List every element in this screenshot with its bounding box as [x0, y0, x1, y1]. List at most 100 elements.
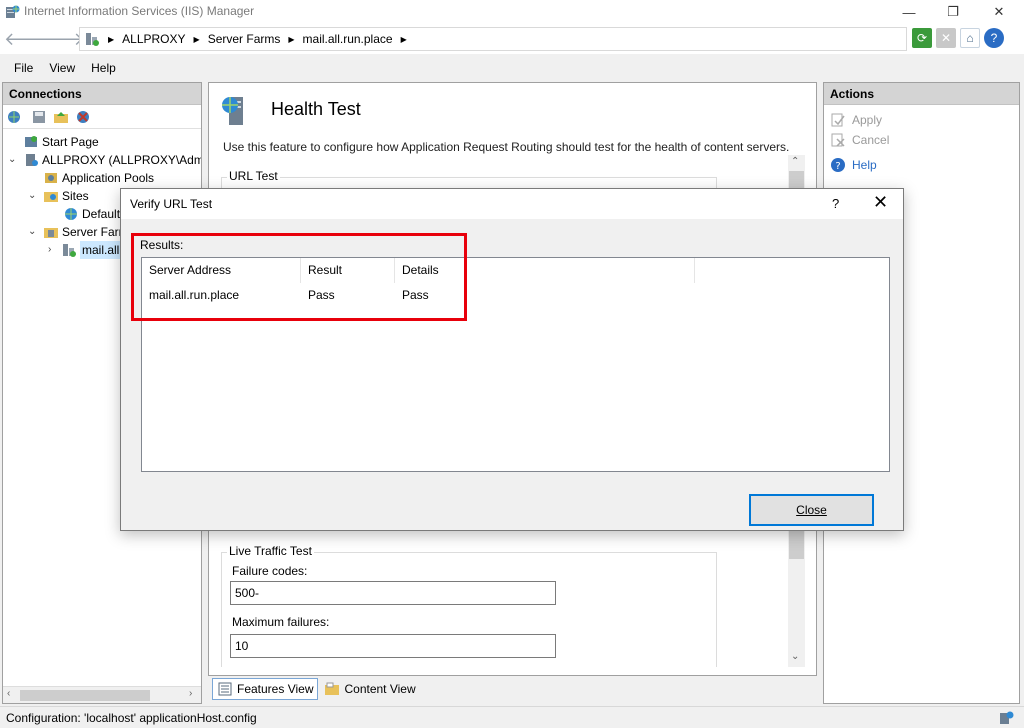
features-view-icon — [218, 682, 232, 696]
start-page-icon — [23, 134, 39, 150]
tab-label: Features View — [237, 682, 314, 696]
chevron-down-icon[interactable]: ⌄ — [8, 154, 16, 165]
dialog-title-bar: Verify URL Test ? ✕ — [121, 189, 903, 219]
application-pools-icon — [43, 170, 59, 186]
globe-icon — [63, 206, 79, 222]
cancel-icon — [830, 132, 846, 148]
chevron-right-icon[interactable]: › — [48, 244, 51, 255]
status-bar: Configuration: 'localhost' applicationHo… — [0, 706, 1024, 728]
live-traffic-label: Live Traffic Test — [227, 544, 314, 558]
close-button-label: Close — [796, 503, 827, 517]
server-farm-icon — [86, 33, 99, 46]
tree-item-server[interactable]: ALLPROXY (ALLPROXY\Admi — [23, 151, 201, 169]
connections-toolbar — [3, 105, 201, 129]
connections-header: Connections — [3, 83, 201, 105]
chevron-right-icon: ▶ — [400, 34, 407, 44]
title-bar: Internet Information Services (IIS) Mana… — [0, 0, 1024, 24]
failure-codes-input[interactable]: 500- — [230, 581, 556, 605]
cancel-action[interactable]: Cancel — [830, 132, 889, 148]
menu-view[interactable]: View — [49, 61, 75, 75]
health-test-icon — [222, 97, 243, 125]
back-button[interactable]: 🡐 — [4, 28, 52, 50]
network-status-icon — [1000, 711, 1014, 724]
dialog-close-icon[interactable]: ✕ — [873, 192, 888, 213]
tree-label: Default — [82, 207, 121, 221]
highlight-box — [131, 233, 467, 321]
chevron-right-icon: ▶ — [108, 34, 115, 44]
tree-label: Application Pools — [62, 171, 155, 185]
iis-app-icon — [6, 5, 20, 18]
home-icon[interactable]: ⌂ — [960, 28, 980, 48]
svg-text:?: ? — [835, 161, 840, 172]
breadcrumb-item[interactable]: Server Farms — [208, 32, 281, 46]
refresh-icon[interactable]: ⟳ — [912, 28, 932, 48]
tree-item-sites[interactable]: Sites — [43, 187, 89, 205]
server-farms-icon — [43, 224, 59, 240]
server-icon — [23, 152, 39, 168]
toolbar-icons: ⟳ ✕ ⌂ ? — [912, 28, 1004, 48]
forward-button[interactable]: 🡒 — [36, 28, 84, 50]
help-circle-icon: ? — [830, 157, 846, 173]
help-action[interactable]: ? Help — [830, 157, 877, 173]
failure-codes-label: Failure codes: — [232, 564, 308, 578]
tab-features-view[interactable]: Features View — [212, 678, 319, 700]
up-folder-icon[interactable] — [53, 109, 69, 125]
content-view-icon — [325, 682, 340, 695]
close-button[interactable]: Close — [749, 494, 874, 526]
tree-label: Server Farm — [62, 225, 129, 239]
chevron-right-icon: ▶ — [288, 34, 295, 44]
apply-label: Apply — [852, 113, 883, 127]
chevron-down-icon[interactable]: ⌄ — [28, 190, 36, 201]
actions-header: Actions — [824, 83, 1019, 105]
scroll-up-icon[interactable]: ⌃ — [791, 156, 799, 167]
tree-label: Sites — [62, 189, 89, 203]
scroll-left-icon[interactable]: ‹ — [7, 688, 10, 699]
scroll-thumb[interactable] — [20, 690, 150, 701]
menu-bar: File View Help — [0, 56, 1024, 80]
chevron-down-icon[interactable]: ⌄ — [28, 226, 36, 237]
close-window-button[interactable]: ✕ — [976, 0, 1022, 24]
feature-description: Use this feature to configure how Applic… — [223, 140, 790, 154]
stop-icon[interactable]: ✕ — [936, 28, 956, 48]
status-text: Configuration: 'localhost' applicationHo… — [6, 711, 257, 725]
page-title: Health Test — [271, 99, 361, 119]
help-icon[interactable]: ? — [984, 28, 1004, 48]
tree-label: mail.all — [80, 241, 122, 259]
tree-label: Start Page — [42, 135, 99, 149]
tree-label: ALLPROXY (ALLPROXY\Admi — [42, 153, 201, 167]
menu-file[interactable]: File — [14, 61, 33, 75]
dialog-help-button[interactable]: ? — [832, 196, 839, 211]
disconnect-icon[interactable] — [75, 109, 91, 125]
horizontal-scrollbar[interactable]: ‹ › — [3, 686, 201, 703]
tree-item-default-site[interactable]: Default — [63, 205, 120, 223]
breadcrumb-item[interactable]: mail.all.run.place — [303, 32, 393, 46]
cancel-label: Cancel — [852, 133, 890, 147]
connect-icon[interactable] — [7, 109, 25, 125]
help-label: Help — [852, 158, 877, 172]
menu-help[interactable]: Help — [91, 61, 116, 75]
sites-folder-icon — [43, 188, 59, 204]
tree-item-start-page[interactable]: Start Page — [23, 133, 99, 151]
navigation-bar: 🡐 🡒 ▶ ALLPROXY ▶ Server Farms ▶ mail.all… — [0, 24, 1024, 54]
tab-label: Content View — [344, 682, 416, 696]
save-icon[interactable] — [31, 109, 47, 125]
maximize-button[interactable]: ❐ — [930, 0, 976, 24]
dialog-title: Verify URL Test — [130, 197, 213, 211]
scroll-down-icon[interactable]: ⌄ — [791, 651, 799, 662]
address-bar[interactable]: ▶ ALLPROXY ▶ Server Farms ▶ mail.all.run… — [79, 27, 907, 51]
url-test-label: URL Test — [227, 169, 280, 183]
server-farm-icon — [61, 242, 77, 258]
window-title: Internet Information Services (IIS) Mana… — [24, 4, 255, 18]
tab-content-view[interactable]: Content View — [320, 678, 419, 700]
tree-item-application-pools[interactable]: Application Pools — [43, 169, 154, 187]
apply-action[interactable]: Apply — [830, 112, 882, 128]
tree-item-server-farms[interactable]: Server Farm — [43, 223, 129, 241]
tree-item-farm[interactable]: mail.all — [61, 241, 122, 259]
max-failures-input[interactable]: 10 — [230, 634, 556, 658]
breadcrumb-item[interactable]: ALLPROXY — [122, 32, 185, 46]
max-failures-label: Maximum failures: — [232, 615, 330, 629]
apply-icon — [830, 112, 846, 128]
scroll-right-icon[interactable]: › — [189, 688, 192, 699]
view-tabs: Features View Content View — [212, 678, 420, 700]
minimize-button[interactable]: — — [886, 0, 932, 24]
